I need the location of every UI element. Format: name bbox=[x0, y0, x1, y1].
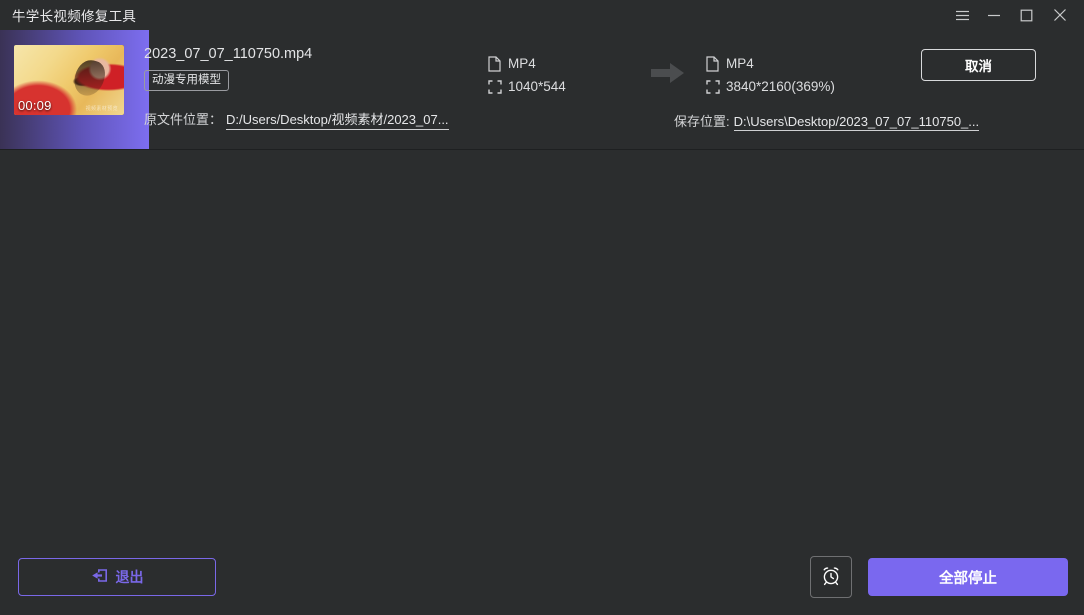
arrow-right-icon bbox=[651, 62, 685, 89]
file-icon bbox=[488, 55, 508, 72]
target-format: MP4 bbox=[726, 56, 754, 71]
video-duration: 00:09 bbox=[18, 98, 52, 113]
video-thumbnail[interactable]: 00:09 视频素材预览 bbox=[14, 45, 124, 115]
exit-button[interactable]: 退出 bbox=[18, 558, 216, 596]
source-format-line: MP4 bbox=[488, 52, 638, 75]
task-row[interactable]: 00:09 视频素材预览 2023_07_07_110750.mp4 动漫专用模… bbox=[0, 30, 1084, 150]
close-icon[interactable] bbox=[1042, 0, 1078, 30]
timer-button[interactable] bbox=[810, 556, 852, 598]
resize-icon bbox=[488, 79, 508, 94]
target-format-block: MP4 3840*2160(369%) bbox=[706, 30, 856, 98]
source-format: MP4 bbox=[508, 56, 536, 71]
target-path-row: 保存位置: D:\Users\Desktop/2023_07_07_110750… bbox=[674, 111, 980, 131]
title-bar: 牛学长视频修复工具 bbox=[0, 0, 1084, 30]
thumbnail-watermark: 视频素材预览 bbox=[85, 106, 118, 112]
file-name: 2023_07_07_110750.mp4 bbox=[144, 46, 313, 62]
target-resolution: 3840*2160(369%) bbox=[726, 79, 835, 94]
model-badge: 动漫专用模型 bbox=[144, 70, 229, 92]
target-path-value[interactable]: D:\Users\Desktop/2023_07_07_110750_... bbox=[733, 114, 980, 131]
alarm-clock-icon bbox=[820, 565, 842, 590]
file-icon bbox=[706, 55, 726, 72]
stop-all-button[interactable]: 全部停止 bbox=[868, 558, 1068, 596]
bottom-bar: 退出 全部停止 bbox=[0, 545, 1084, 615]
cancel-button-wrap: 取消 bbox=[921, 30, 1084, 81]
bottom-right-actions: 全部停止 bbox=[810, 556, 1068, 598]
source-format-block: MP4 1040*544 bbox=[488, 30, 638, 98]
app-title: 牛学长视频修复工具 bbox=[12, 9, 137, 24]
source-path-label: 原文件位置： bbox=[144, 112, 223, 128]
source-path-value[interactable]: D:/Users/Desktop/视频素材/2023_07... bbox=[226, 109, 449, 131]
target-path-label: 保存位置: bbox=[674, 114, 730, 129]
main-content-area bbox=[0, 150, 1084, 545]
window-controls bbox=[946, 0, 1084, 30]
target-resolution-line: 3840*2160(369%) bbox=[706, 75, 856, 98]
maximize-icon[interactable] bbox=[1010, 0, 1042, 30]
source-path-row: 原文件位置： D:/Users/Desktop/视频素材/2023_07... bbox=[144, 109, 474, 131]
source-resolution-line: 1040*544 bbox=[488, 75, 638, 98]
task-list: 00:09 视频素材预览 2023_07_07_110750.mp4 动漫专用模… bbox=[0, 30, 1084, 150]
source-resolution: 1040*544 bbox=[508, 79, 566, 94]
app-window: 牛学长视频修复工具 00:09 视频素材预览 2023_07_07_110750… bbox=[0, 0, 1084, 615]
resize-icon bbox=[706, 79, 726, 94]
exit-button-label: 退出 bbox=[115, 569, 144, 585]
exit-icon bbox=[91, 568, 108, 586]
task-meta: 2023_07_07_110750.mp4 动漫专用模型 原文件位置： D:/U… bbox=[144, 30, 474, 131]
minimize-icon[interactable] bbox=[978, 0, 1010, 30]
menu-icon[interactable] bbox=[946, 0, 978, 30]
cancel-button[interactable]: 取消 bbox=[921, 49, 1036, 81]
target-format-line: MP4 bbox=[706, 52, 856, 75]
conversion-arrow bbox=[638, 30, 698, 89]
